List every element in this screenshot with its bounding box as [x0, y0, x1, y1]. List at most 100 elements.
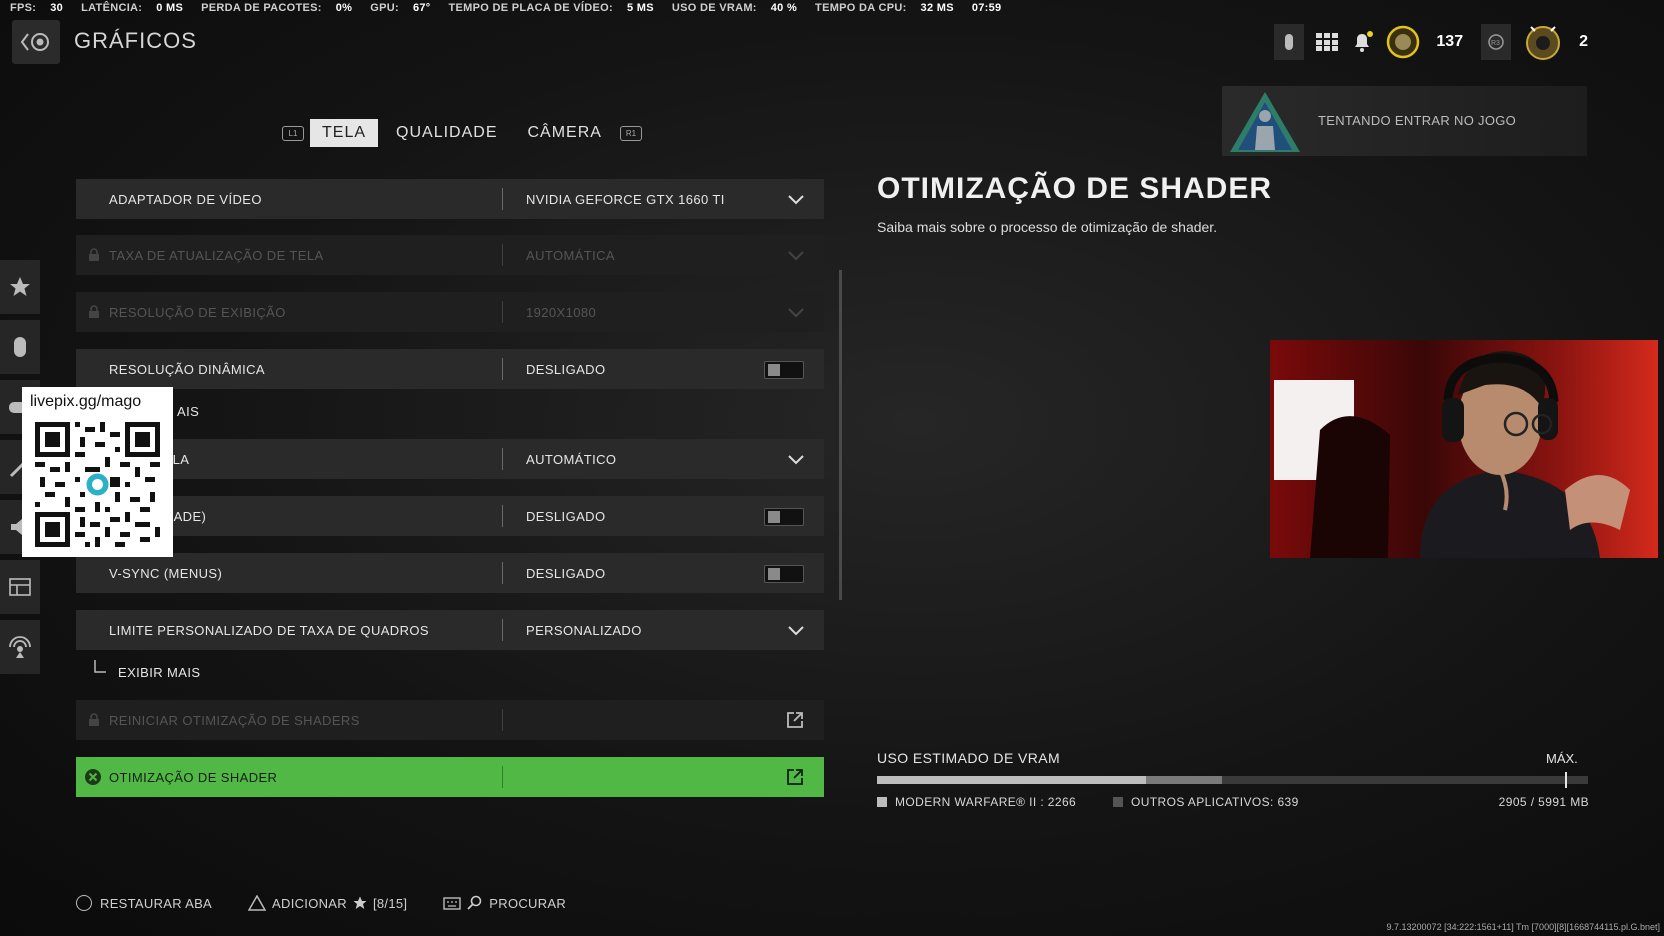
setting-vsync-gameplay[interactable]: OGABILIDADE) DESLIGADO	[76, 496, 824, 536]
l1-bumper-icon[interactable]: L1	[282, 125, 304, 141]
lock-icon	[89, 305, 99, 318]
vram-usage-title: USO ESTIMADO DE VRAM	[877, 750, 1061, 766]
toggle-switch[interactable]	[764, 361, 804, 379]
setting-value: AUTOMÁTICO	[526, 451, 617, 467]
vram-max-label: MÁX.	[1546, 751, 1578, 766]
qr-caption: livepix.gg/mago	[30, 393, 142, 410]
search-button[interactable]: PROCURAR	[443, 895, 566, 911]
tab-camera[interactable]: CÂMERA	[515, 119, 613, 147]
r3-stick-icon: R3	[1488, 34, 1504, 50]
grid-menu-icon[interactable]	[1316, 33, 1339, 51]
sidebar-item-mouse[interactable]	[0, 320, 40, 374]
mouse-icon	[1285, 34, 1294, 50]
divider	[502, 358, 503, 380]
sidebar-item-interface[interactable]	[0, 560, 40, 614]
setting-label: ADAPTADOR DE VÍDEO	[109, 191, 262, 207]
legend-label: MODERN WARFARE® II : 2266	[895, 795, 1077, 809]
divider	[502, 244, 503, 266]
external-link-icon	[787, 769, 803, 785]
sidebar-item-network[interactable]	[0, 620, 40, 674]
tab-tela[interactable]: TELA	[310, 119, 379, 147]
setting-value: PERSONALIZADO	[526, 622, 642, 638]
back-button[interactable]	[12, 20, 60, 64]
donation-qr-overlay: livepix.gg/mago	[22, 387, 173, 557]
setting-label: LIMITE PERSONALIZADO DE TAXA DE QUADROS	[109, 622, 429, 638]
show-more-link[interactable]: EXIBIR MAIS	[118, 665, 200, 680]
vram-other-fill	[1145, 776, 1222, 784]
setting-value: DESLIGADO	[526, 565, 606, 581]
vram-total-label: 2905 / 5991 MB	[1498, 795, 1589, 809]
network-icon	[9, 636, 31, 658]
perf-cpu-time: TEMPO DA CPU: 32 MS	[815, 2, 954, 14]
divider	[502, 505, 503, 527]
perf-gpu-time: TEMPO DE PLACA DE VÍDEO: 5 MS	[448, 2, 654, 14]
setting-value: NVIDIA GEFORCE GTX 1660 TI	[526, 191, 725, 207]
matchmaking-status: TENTANDO ENTRAR NO JOGO	[1318, 113, 1517, 128]
chevron-down-icon	[788, 308, 804, 318]
legend-swatch	[877, 797, 887, 807]
vram-max-marker	[1564, 772, 1567, 788]
setting-vsync-menus[interactable]: V-SYNC (MENUS) DESLIGADO	[76, 553, 824, 593]
lock-icon	[89, 248, 99, 261]
toggle-knob	[768, 511, 780, 523]
currency-emblem-icon[interactable]	[1386, 25, 1420, 59]
notification-bell-icon[interactable]	[1350, 30, 1374, 54]
divider	[502, 619, 503, 641]
chevron-down-icon	[788, 251, 804, 261]
vram-legend-other: OUTROS APLICATIVOS: 639	[1113, 795, 1299, 809]
perf-vram: USO DE VRAM: 40 %	[671, 2, 798, 14]
toggle-switch[interactable]	[764, 565, 804, 583]
vram-usage-bar	[877, 772, 1588, 788]
triangle-button-icon	[248, 895, 267, 911]
chevron-down-icon	[788, 626, 804, 636]
webcam-feed-image	[1270, 340, 1658, 558]
setting-frame-rate-limit[interactable]: LIMITE PERSONALIZADO DE TAXA DE QUADROS …	[76, 610, 824, 650]
keyboard-icon	[443, 897, 461, 910]
svg-text:R3: R3	[1491, 40, 1500, 47]
operator-silhouette-icon	[1230, 92, 1300, 152]
performance-bar: FPS: 30 LATÊNCIA: 0 MS PERDA DE PACOTES: 0%…	[10, 2, 1019, 16]
setting-value: AUTOMÁTICA	[526, 247, 615, 263]
perf-clock: 07:59	[971, 2, 1002, 14]
setting-screen-mode[interactable]: ÃO DE TELA AUTOMÁTICO	[76, 439, 824, 479]
star-icon	[10, 277, 30, 296]
setting-label: V-SYNC (MENUS)	[109, 565, 223, 581]
legend-swatch	[1113, 797, 1123, 807]
mouse-button[interactable]	[1274, 24, 1305, 60]
setting-dynamic-resolution[interactable]: RESOLUÇÃO DINÂMICA DESLIGADO	[76, 349, 824, 389]
chevron-down-icon	[788, 455, 804, 465]
setting-value: DESLIGADO	[526, 508, 606, 524]
search-icon	[467, 895, 482, 910]
currency-count: 137	[1436, 33, 1464, 50]
divider	[502, 709, 503, 731]
setting-shader-optimization[interactable]: OTIMIZAÇÃO DE SHADER	[76, 757, 824, 797]
vram-legend-game: MODERN WARFARE® II : 2266	[877, 795, 1076, 809]
star-icon	[353, 896, 367, 909]
legend-label: OUTROS APLICATIVOS: 639	[1131, 795, 1299, 809]
show-more-link[interactable]: AIS	[177, 404, 199, 419]
setting-video-adapter[interactable]: ADAPTADOR DE VÍDEO NVIDIA GEFORCE GTX 16…	[76, 179, 824, 219]
r3-button[interactable]: R3	[1481, 24, 1512, 60]
add-favorite-button[interactable]: ADICIONAR [8/15]	[248, 895, 407, 911]
setting-value: 1920X1080	[526, 304, 597, 320]
setting-display-resolution: RESOLUÇÃO DE EXIBIÇÃO 1920X1080	[76, 292, 824, 332]
interface-icon	[9, 578, 31, 596]
restore-tab-button[interactable]: RESTAURAR ABA	[76, 895, 212, 911]
toggle-switch[interactable]	[764, 508, 804, 526]
scrollbar[interactable]	[839, 270, 842, 600]
tab-qualidade[interactable]: QUALIDADE	[384, 119, 509, 147]
qr-code-icon	[35, 422, 160, 547]
divider	[502, 448, 503, 470]
perf-packet-loss: PERDA DE PACOTES: 0%	[201, 2, 353, 14]
vram-total: 2905 / 5991 MB	[1499, 795, 1589, 809]
setting-label: RESOLUÇÃO DINÂMICA	[109, 361, 266, 377]
external-link-icon	[787, 712, 803, 728]
tab-bar: L1 TELA QUALIDADE CÂMERA R1	[282, 119, 642, 147]
tree-branch-icon	[94, 660, 106, 673]
sidebar-item-favorites[interactable]	[0, 260, 40, 314]
player-rank-emblem-icon[interactable]	[1523, 23, 1563, 61]
page-title: GRÁFICOS	[74, 28, 197, 53]
square-button-icon	[76, 895, 92, 911]
close-circle-icon	[85, 769, 101, 785]
r1-bumper-icon[interactable]: R1	[619, 125, 642, 141]
